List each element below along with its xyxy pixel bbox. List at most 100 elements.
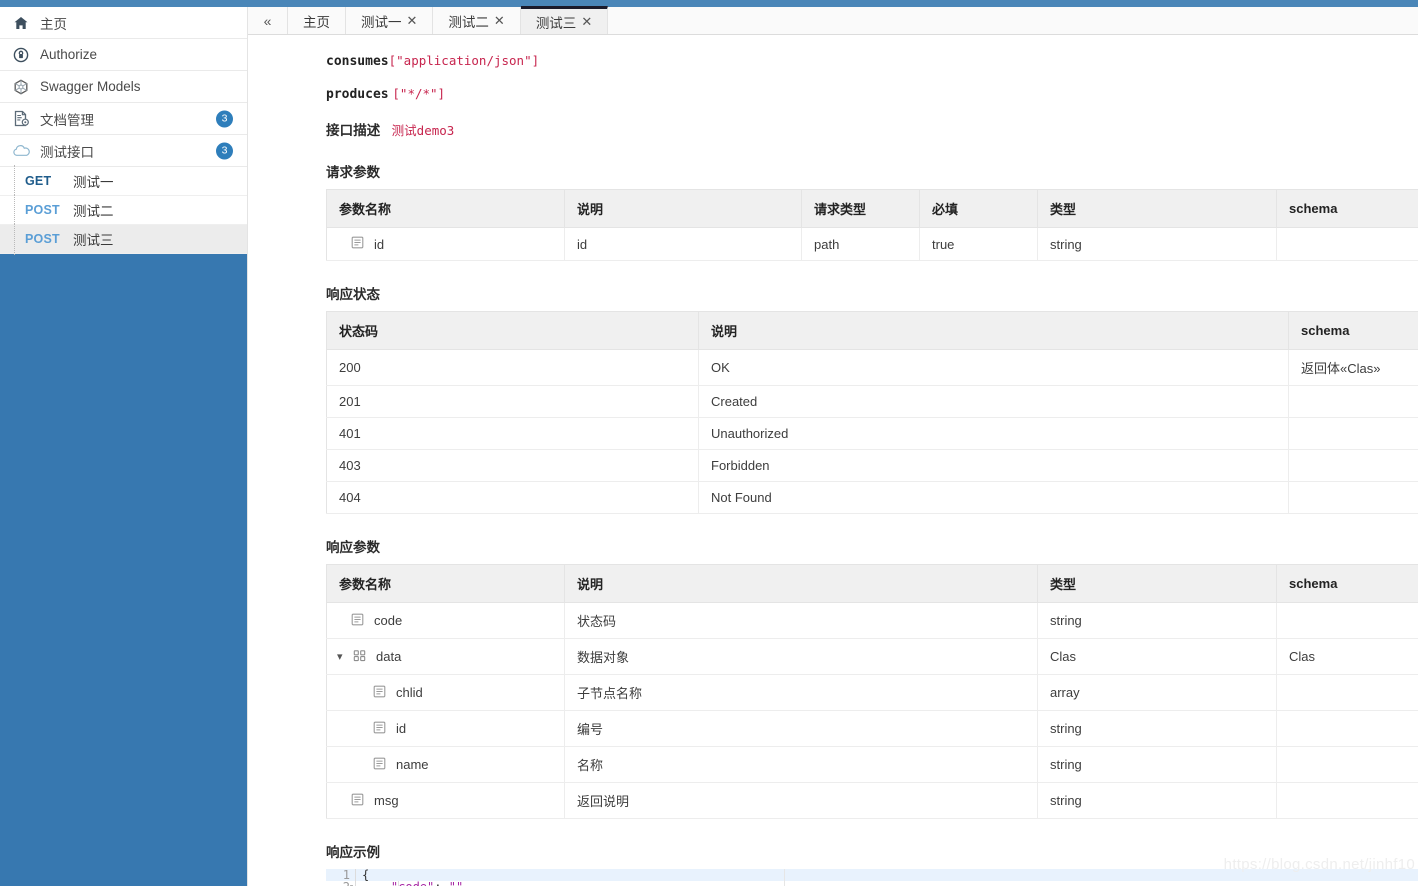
editor-code[interactable]: { "code": "", "data": { "chlid": [], "id… <box>362 869 507 886</box>
tab-label: 测试一 <box>361 14 402 30</box>
response-status-table: 状态码 说明 schema 200 OK 返回体«Clas» 201 Created 401 U… <box>326 311 1418 514</box>
cloud-icon <box>11 142 31 160</box>
response-params-title: 响应参数 <box>326 540 380 555</box>
response-params-col-1: 参数名称 <box>326 564 565 603</box>
tab-label: 测试三 <box>535 15 577 31</box>
chevron-down-icon[interactable]: ▾ <box>337 650 351 663</box>
lock-icon <box>11 46 31 64</box>
table-row: 403 Forbidden <box>326 449 1418 482</box>
param-desc-cell: 子节点名称 <box>564 674 1038 711</box>
api-item-label: 测试一 <box>73 175 114 190</box>
sidebar-filler <box>0 254 247 886</box>
sidebar-item-label: Authorize <box>40 47 98 62</box>
status-code-cell: 201 <box>326 385 699 418</box>
sidebar-item-3[interactable]: Swagger Models <box>0 71 247 103</box>
status-code-cell: 403 <box>326 449 699 482</box>
param-name-cell: code <box>326 602 565 639</box>
response-status-col-2: 说明 <box>698 311 1289 350</box>
tab-close-icon[interactable]: ✕ <box>407 13 418 29</box>
param-name-cell: name <box>326 746 565 783</box>
param-name-label: name <box>396 757 429 772</box>
param-name-cell: msg <box>326 782 565 819</box>
table-row: 401 Unauthorized <box>326 417 1418 450</box>
field-icon <box>373 685 389 701</box>
table-row: 404 Not Found <box>326 481 1418 514</box>
sidebar-api-item-3[interactable]: POST 测试三 <box>0 223 247 255</box>
request-params-table: 参数名称 说明 请求类型 必填 类型 schema id id path true string <box>326 189 1418 261</box>
tab-3[interactable]: 测试二 ✕ <box>433 7 521 34</box>
param-desc-cell: 状态码 <box>564 602 1038 639</box>
param-desc-cell: 数据对象 <box>564 638 1038 675</box>
api-method-badge: POST <box>25 232 60 246</box>
app-root: 主页 Authorize Swagger Models 文档管理 3 测试接口 3 GET 测… <box>0 0 1418 886</box>
param-desc-cell: 返回说明 <box>564 782 1038 819</box>
param-name-cell: chlid <box>326 674 565 711</box>
param-desc-cell: 编号 <box>564 710 1038 747</box>
request-params-col-6: schema <box>1276 189 1418 228</box>
request-params-col-1: 参数名称 <box>326 189 565 228</box>
tab-close-icon[interactable]: ✕ <box>581 14 592 30</box>
param-name-label: id <box>374 236 385 252</box>
status-schema-cell <box>1288 417 1418 450</box>
param-type-cell: string <box>1037 602 1277 639</box>
table-row: msg 返回说明 string <box>326 782 1418 819</box>
tab-1[interactable]: 主页 <box>288 7 346 34</box>
top-app-bar <box>0 0 1418 7</box>
model-icon <box>11 78 31 96</box>
produces-row: produces ["*/*"] <box>326 86 1418 102</box>
param-desc-cell: id <box>564 227 802 261</box>
sidebar-item-label: 测试接口 <box>40 144 94 160</box>
param-type-cell: string <box>1037 782 1277 819</box>
code-fold-icon[interactable]: ▾ <box>349 881 354 886</box>
object-icon <box>353 649 369 665</box>
status-code-cell: 401 <box>326 417 699 450</box>
sidebar-item-label: 主页 <box>40 16 67 32</box>
editor-line-number: 2▾ <box>326 881 354 886</box>
response-params-col-2: 说明 <box>564 564 1038 603</box>
response-params-col-4: schema <box>1276 564 1418 603</box>
param-schema-cell <box>1276 710 1418 747</box>
param-type-cell: string <box>1037 746 1277 783</box>
param-required-cell: true <box>919 227 1038 261</box>
param-type-cell: array <box>1037 674 1277 711</box>
sidebar-item-badge: 3 <box>216 142 233 159</box>
editor-line-numbers: 12▾34▾56789 <box>326 869 356 886</box>
sidebar-api-item-1[interactable]: GET 测试一 <box>0 165 247 197</box>
home-icon <box>11 14 31 32</box>
status-schema-cell <box>1288 449 1418 482</box>
response-status-col-3: schema <box>1288 311 1418 350</box>
api-method-badge: GET <box>25 174 52 188</box>
param-type-cell: string <box>1037 227 1277 261</box>
field-icon <box>351 793 367 809</box>
sidebar-item-1[interactable]: 主页 <box>0 7 247 39</box>
sidebar-item-5[interactable]: 测试接口 3 <box>0 135 247 167</box>
sidebar-api-item-2[interactable]: POST 测试二 <box>0 194 247 226</box>
status-desc-cell: Forbidden <box>698 449 1289 482</box>
status-desc-cell: Created <box>698 385 1289 418</box>
consumes-row: consumes["application/json"] <box>326 53 1418 69</box>
response-params-col-3: 类型 <box>1037 564 1277 603</box>
table-row: id id path true string <box>326 227 1418 261</box>
param-name-label: code <box>374 613 403 628</box>
status-code-cell: 200 <box>326 349 699 386</box>
response-status-col-1: 状态码 <box>326 311 699 350</box>
tab-2[interactable]: 测试一 ✕ <box>346 7 434 34</box>
sidebar-item-label: 文档管理 <box>40 112 94 128</box>
field-icon <box>373 721 389 737</box>
status-schema-cell <box>1288 481 1418 514</box>
tab-4[interactable]: 测试三 ✕ <box>520 6 609 34</box>
consumes-value: ["application/json"] <box>388 53 540 68</box>
tab-close-icon[interactable]: ✕ <box>494 13 505 29</box>
status-desc-cell: OK <box>698 349 1289 386</box>
sidebar-item-badge: 3 <box>216 110 233 127</box>
sidebar-item-4[interactable]: 文档管理 3 <box>0 103 247 135</box>
tab-label: 测试二 <box>448 14 489 30</box>
editor-code-line: "code": "", <box>362 881 507 886</box>
status-schema-cell <box>1288 385 1418 418</box>
table-row: id 编号 string <box>326 710 1418 747</box>
sidebar-item-2[interactable]: Authorize <box>0 39 247 71</box>
sidebar-item-label: Swagger Models <box>40 79 141 94</box>
table-row: 200 OK 返回体«Clas» <box>326 349 1418 386</box>
collapse-sidebar-button[interactable]: « <box>248 7 288 34</box>
param-name-cell: ▾ data <box>326 638 565 675</box>
